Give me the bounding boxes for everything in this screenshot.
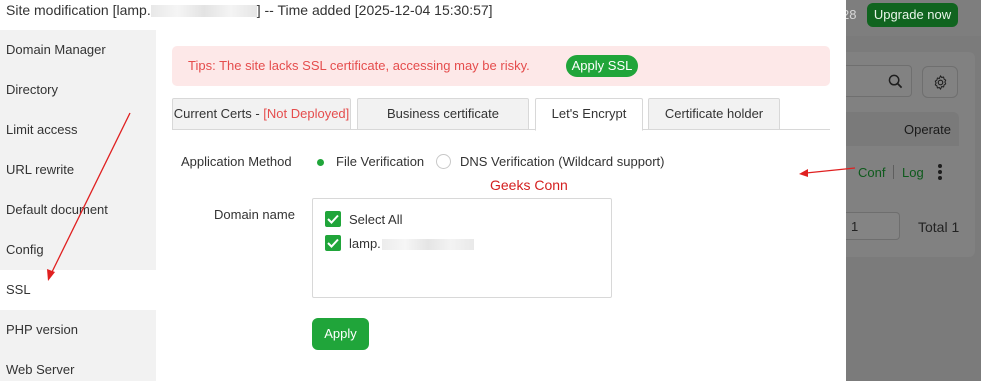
sidebar-item-url-rewrite[interactable]: URL rewrite xyxy=(0,150,156,190)
domain-name-label: Domain name xyxy=(214,207,295,222)
gear-icon xyxy=(934,75,947,90)
sidebar: Domain Manager Directory Limit access UR… xyxy=(0,30,156,381)
upgrade-now-button[interactable]: Upgrade now xyxy=(867,3,958,27)
domain-list: Select All lamp. xyxy=(312,198,612,298)
sidebar-item-default-document[interactable]: Default document xyxy=(0,190,156,230)
sidebar-item-ssl[interactable]: SSL xyxy=(0,270,156,310)
modal-title: Site modification [lamp. ] -- Time added … xyxy=(6,2,493,18)
modal-title-prefix: Site modification [lamp. xyxy=(6,2,151,18)
select-all-label[interactable]: Select All xyxy=(349,212,402,227)
checkmark-icon xyxy=(327,214,339,224)
dns-verification-label[interactable]: DNS Verification (Wildcard support) xyxy=(460,154,664,169)
dns-verification-radio[interactable] xyxy=(436,154,451,169)
sidebar-item-limit-access[interactable]: Limit access xyxy=(0,110,156,150)
tab-business-certificate[interactable]: Business certificate xyxy=(357,98,529,130)
operate-column-header: Operate xyxy=(904,122,951,137)
page-number-input[interactable]: 1 xyxy=(846,212,900,240)
ssl-tips-banner: Tips: The site lacks SSL certificate, ac… xyxy=(172,46,830,86)
sidebar-item-php-version[interactable]: PHP version xyxy=(0,310,156,350)
search-icon xyxy=(888,74,903,89)
modal-title-suffix: ] -- Time added [2025-12-04 15:30:57] xyxy=(256,2,493,18)
apply-ssl-button[interactable]: Apply SSL xyxy=(566,55,638,77)
background-search-input[interactable] xyxy=(846,65,912,97)
select-all-checkbox[interactable] xyxy=(325,211,341,227)
tab-certificate-holder[interactable]: Certificate holder xyxy=(648,98,780,130)
more-options-icon[interactable] xyxy=(935,163,945,181)
apply-button[interactable]: Apply xyxy=(312,318,369,350)
tab-current-certs-label: Current Certs - xyxy=(173,106,264,121)
site-modification-modal: Site modification [lamp. ] -- Time added … xyxy=(0,0,846,381)
tab-lets-encrypt[interactable]: Let's Encrypt xyxy=(535,98,643,131)
sidebar-item-directory[interactable]: Directory xyxy=(0,70,156,110)
link-separator xyxy=(893,165,894,179)
total-count: Total 1 xyxy=(918,219,960,235)
sidebar-item-web-server[interactable]: Web Server xyxy=(0,350,156,381)
file-verification-label[interactable]: File Verification xyxy=(336,154,424,169)
domain-item[interactable]: lamp. xyxy=(349,236,474,251)
redacted-domain xyxy=(381,239,474,251)
file-verification-radio[interactable] xyxy=(312,154,327,169)
log-link[interactable]: Log xyxy=(902,165,924,180)
domain-item-label: lamp. xyxy=(349,236,381,251)
domain-checkbox[interactable] xyxy=(325,235,341,251)
application-method-label: Application Method xyxy=(181,154,292,169)
checkmark-icon xyxy=(327,238,339,248)
sidebar-item-domain-manager[interactable]: Domain Manager xyxy=(0,30,156,70)
tips-text: Tips: The site lacks SSL certificate, ac… xyxy=(188,58,530,73)
redacted-domain xyxy=(150,5,257,18)
not-deployed-badge: [Not Deployed] xyxy=(263,106,350,121)
conf-link[interactable]: Conf xyxy=(858,165,885,180)
sidebar-item-config[interactable]: Config xyxy=(0,230,156,270)
watermark-text: Geeks Conn xyxy=(490,177,568,193)
settings-button[interactable] xyxy=(922,66,958,98)
ssl-tabs: Current Certs - [Not Deployed] Business … xyxy=(172,98,830,131)
tab-current-certs[interactable]: Current Certs - [Not Deployed] xyxy=(172,98,351,130)
